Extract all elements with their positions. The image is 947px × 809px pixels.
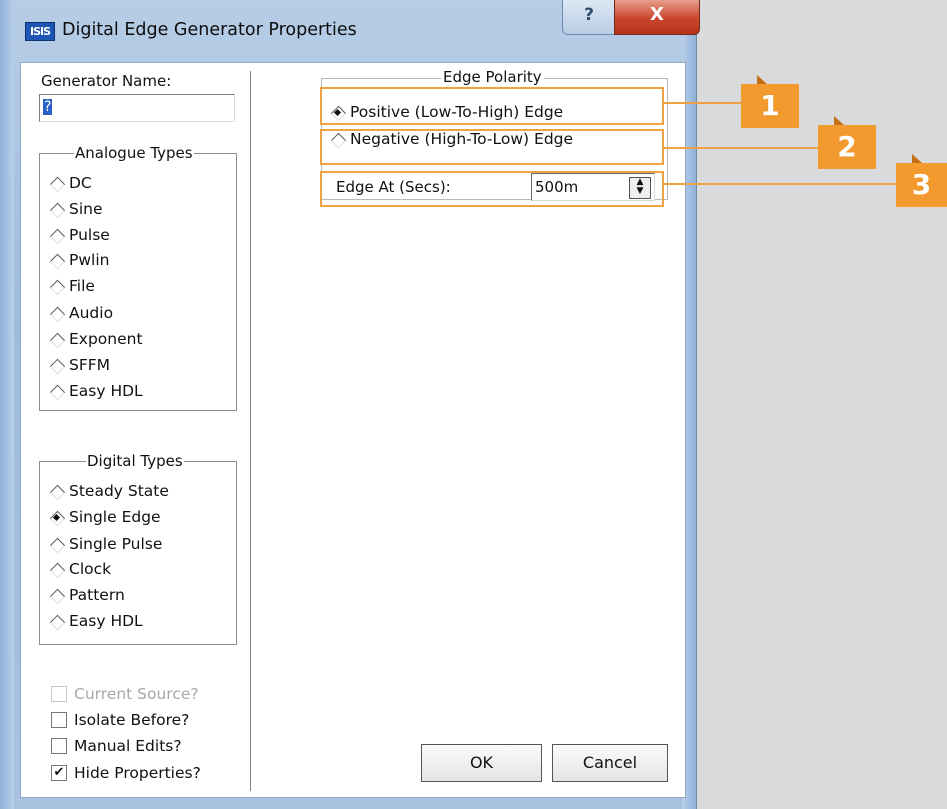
checkbox-box xyxy=(51,737,67,754)
radio-digital-easy-hdl[interactable]: Easy HDL xyxy=(48,609,143,633)
radio-diamond-icon xyxy=(50,203,63,216)
title-bar[interactable]: ISIS Digital Edge Generator Properties ?… xyxy=(14,0,700,62)
ok-button[interactable]: OK xyxy=(421,744,542,782)
callout-1-line xyxy=(663,102,743,104)
edge-at-spinner[interactable]: 500m ▲ ▼ xyxy=(531,173,655,201)
generator-name-label: Generator Name: xyxy=(41,72,172,90)
radio-digital-steady-state[interactable]: Steady State xyxy=(48,479,169,503)
radio-analogue-sffm[interactable]: SFFM xyxy=(48,353,110,377)
radio-positive-edge[interactable]: Positive (Low-To-High) Edge xyxy=(329,100,563,124)
radio-analogue-easy-hdl[interactable]: Easy HDL xyxy=(48,379,143,403)
radio-diamond-icon xyxy=(50,538,63,551)
callout-badge-3: 3 xyxy=(896,154,947,207)
digital-types-label: Digital Types xyxy=(86,452,184,470)
checkbox-hide-properties[interactable]: ✔ Hide Properties? xyxy=(51,763,201,783)
spinner-arrows-icon[interactable]: ▲ ▼ xyxy=(629,177,651,199)
radio-diamond-icon xyxy=(50,177,63,190)
callout-2-line xyxy=(663,147,819,149)
radio-analogue-dc[interactable]: DC xyxy=(48,171,92,195)
radio-diamond-icon xyxy=(50,307,63,320)
analogue-types-group: Analogue Types DC Sine Pulse Pwlin File … xyxy=(39,144,237,411)
panel-divider xyxy=(250,71,252,791)
checkbox-box xyxy=(51,711,67,728)
radio-diamond-icon xyxy=(50,485,63,498)
radio-digital-single-edge[interactable]: Single Edge xyxy=(48,505,161,529)
dialog-window: ISIS Digital Edge Generator Properties ?… xyxy=(0,0,700,809)
generator-name-input[interactable]: ? xyxy=(39,94,235,122)
radio-analogue-pwlin[interactable]: Pwlin xyxy=(48,248,109,272)
radio-diamond-icon xyxy=(50,385,63,398)
analogue-types-label: Analogue Types xyxy=(74,144,194,162)
radio-digital-clock[interactable]: Clock xyxy=(48,557,111,581)
callout-3-line xyxy=(663,183,899,185)
edge-at-value: 500m xyxy=(535,178,579,196)
radio-analogue-pulse[interactable]: Pulse xyxy=(48,223,110,247)
radio-diamond-icon xyxy=(50,615,63,628)
radio-diamond-icon xyxy=(50,589,63,602)
digital-types-group: Digital Types Steady State Single Edge S… xyxy=(39,452,237,645)
radio-digital-single-pulse[interactable]: Single Pulse xyxy=(48,532,162,556)
callout-badge-2: 2 xyxy=(818,116,876,169)
checkbox-current-source[interactable]: Current Source? xyxy=(51,684,199,704)
edge-polarity-label: Edge Polarity xyxy=(441,68,544,86)
app-icon: ISIS xyxy=(25,22,55,41)
radio-diamond-icon xyxy=(50,280,63,293)
radio-analogue-audio[interactable]: Audio xyxy=(48,301,113,325)
checkbox-manual-edits[interactable]: Manual Edits? xyxy=(51,736,182,756)
radio-diamond-icon xyxy=(331,133,344,146)
radio-analogue-sine[interactable]: Sine xyxy=(48,197,103,221)
cancel-button[interactable]: Cancel xyxy=(552,744,668,782)
edge-at-label: Edge At (Secs): xyxy=(336,178,451,196)
radio-diamond-icon xyxy=(50,333,63,346)
radio-analogue-file[interactable]: File xyxy=(48,274,95,298)
checkbox-isolate-before[interactable]: Isolate Before? xyxy=(51,710,189,730)
radio-diamond-icon xyxy=(50,563,63,576)
radio-diamond-icon xyxy=(50,254,63,267)
radio-negative-edge[interactable]: Negative (High-To-Low) Edge xyxy=(329,127,573,151)
radio-digital-pattern[interactable]: Pattern xyxy=(48,583,125,607)
checkbox-box xyxy=(51,685,67,702)
radio-analogue-exponent[interactable]: Exponent xyxy=(48,327,143,351)
radio-diamond-icon xyxy=(50,359,63,372)
generator-name-value: ? xyxy=(43,99,53,115)
radio-diamond-icon xyxy=(50,229,63,242)
caption-buttons: ? X xyxy=(562,0,700,40)
dialog-client-area: Generator Name: ? Analogue Types DC Sine… xyxy=(20,62,686,798)
window-title: Digital Edge Generator Properties xyxy=(62,20,357,40)
radio-diamond-selected-icon xyxy=(50,511,63,524)
close-button[interactable]: X xyxy=(614,0,700,35)
radio-diamond-selected-icon xyxy=(331,106,344,119)
help-button[interactable]: ? xyxy=(562,0,616,35)
checkmark-icon: ✔ xyxy=(51,764,67,781)
callout-badge-1: 1 xyxy=(741,75,799,128)
